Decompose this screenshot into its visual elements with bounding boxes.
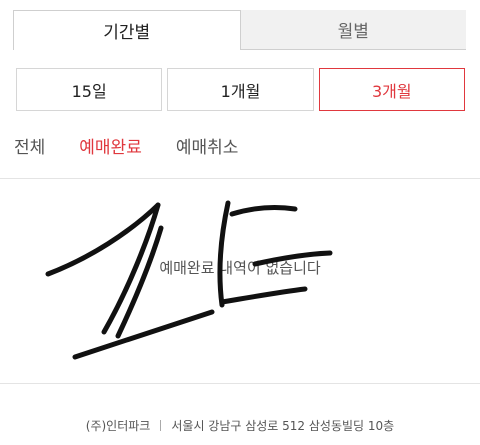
divider [0, 178, 480, 179]
status-filter: 전체 예매완료 예매취소 [14, 133, 238, 158]
divider [0, 383, 480, 384]
footer-company: (주)인터파크 [85, 419, 151, 433]
footer-separator [160, 420, 162, 431]
period-3-months-button[interactable]: 3개월 [318, 68, 465, 111]
period-selector: 15일 1개월 3개월 [16, 68, 465, 111]
period-1-month-button[interactable]: 1개월 [167, 68, 314, 111]
filter-booking-complete[interactable]: 예매완료 [79, 133, 142, 158]
footer: (주)인터파크 서울시 강남구 삼성로 512 삼성동빌딩 10층 [0, 417, 480, 434]
tab-by-period[interactable]: 기간별 [13, 10, 241, 50]
period-type-tabs: 기간별 월별 [13, 10, 466, 50]
filter-all[interactable]: 전체 [14, 133, 45, 158]
handwritten-scribble [45, 200, 333, 360]
period-15-days-button[interactable]: 15일 [16, 68, 163, 111]
empty-state-message: 예매완료 내역이 없습니다 [159, 259, 321, 277]
footer-address: 서울시 강남구 삼성로 512 삼성동빌딩 10층 [171, 419, 395, 433]
filter-booking-cancelled[interactable]: 예매취소 [176, 133, 239, 158]
tab-by-month[interactable]: 월별 [240, 10, 466, 50]
